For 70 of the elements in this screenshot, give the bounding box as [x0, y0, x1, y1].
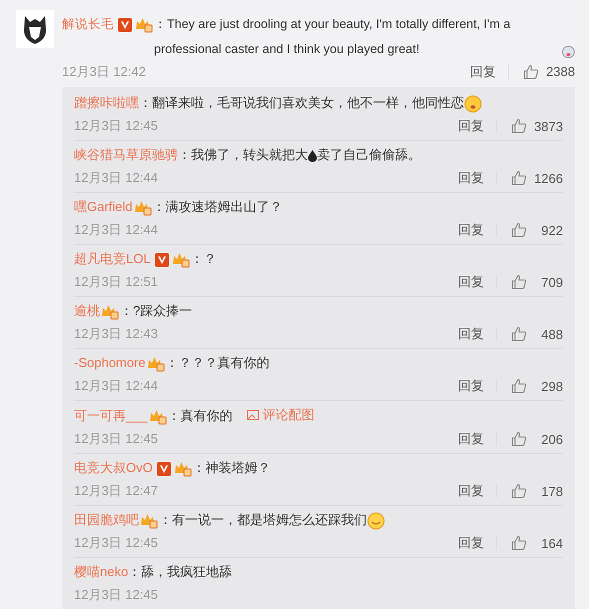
thumbs-up-icon[interactable] — [511, 378, 527, 394]
timestamp: 12月3日 12:44 — [74, 169, 159, 187]
timestamp: 12月3日 12:45 — [74, 534, 159, 552]
comment-text: ：？ — [190, 251, 217, 266]
username[interactable]: 樱喵neko — [74, 564, 128, 579]
image-icon — [246, 410, 259, 420]
reply-link[interactable]: 回复 — [470, 64, 509, 78]
comment-text: ：？？？真有你的 — [166, 355, 270, 370]
like-count: 709 — [540, 274, 563, 290]
comment-text: ：They are just drooling at your beauty, I'm totally different, I'm a professional caster and I think you played great! — [154, 16, 512, 58]
username[interactable]: 蹭擦咔啦嘿 — [74, 95, 139, 110]
like-count: 488 — [540, 326, 563, 342]
comment-text: ：神装塔姆？ — [192, 460, 271, 475]
like-count: 178 — [540, 484, 563, 498]
username[interactable]: 解说长毛 — [62, 12, 114, 37]
username[interactable]: 电竞大叔OvO — [74, 460, 153, 475]
reply-link[interactable]: 回复 — [458, 484, 497, 498]
username[interactable]: 超凡电竞LOL — [74, 251, 151, 266]
reply-link[interactable]: 回复 — [458, 223, 497, 237]
reply-link[interactable]: 回复 — [458, 171, 497, 185]
username[interactable]: -Sophomore — [74, 355, 146, 370]
username[interactable]: 逾桃 — [74, 303, 100, 318]
thumbs-up-icon[interactable] — [511, 535, 527, 551]
username[interactable]: 嘿Garfield — [74, 199, 133, 214]
timestamp: 12月3日 12:51 — [74, 273, 159, 291]
thumbs-up-icon[interactable] — [511, 483, 527, 499]
reply-link[interactable]: 回复 — [458, 432, 497, 446]
comment-text: 卖了自己偷偷舔。 — [317, 147, 421, 162]
like-count: 1266 — [533, 170, 563, 186]
thumbs-up-icon[interactable] — [511, 118, 527, 134]
image-link[interactable]: 评论配图 — [246, 404, 315, 426]
comment-text: ：真有你的 — [168, 408, 233, 423]
like-count: 2388 — [545, 64, 575, 79]
timestamp: 12月3日 12:44 — [74, 377, 159, 395]
reply-link[interactable]: 回复 — [458, 119, 497, 133]
like-count: 298 — [540, 378, 563, 394]
timestamp: 12月3日 12:43 — [74, 325, 159, 343]
timestamp: 12月3日 12:42 — [62, 62, 147, 80]
drop-icon — [308, 150, 317, 162]
thumbs-up-icon[interactable] — [523, 64, 539, 80]
username[interactable]: 峡谷猎马草原驰骋 — [74, 147, 178, 162]
comment-text: ：翻译来啦，毛哥说我们喜欢美女，他不一样，他同性恋 — [139, 95, 464, 110]
timestamp: 12月3日 12:44 — [74, 221, 159, 239]
like-count: 3873 — [533, 118, 563, 134]
comment-text: ：有一说一，都是塔姆怎么还踩我们 — [159, 512, 367, 527]
username[interactable]: 可一可再___ — [74, 408, 148, 423]
timestamp: 12月3日 12:45 — [74, 117, 159, 135]
username[interactable]: 田园脆鸡吧 — [74, 512, 139, 527]
timestamp: 12月3日 12:45 — [74, 586, 159, 604]
thumbs-up-icon[interactable] — [511, 170, 527, 186]
emoji-icon — [464, 94, 482, 113]
timestamp: 12月3日 12:47 — [74, 482, 159, 500]
like-count: 206 — [540, 432, 563, 446]
comment-text: ：舔，我疯狂地舔 — [128, 564, 232, 579]
reply-link[interactable]: 回复 — [458, 379, 497, 393]
reply-link[interactable]: 回复 — [458, 536, 497, 550]
avatar — [16, 10, 54, 48]
comment-text: ：满攻速塔姆出山了？ — [152, 199, 283, 214]
thumbs-up-icon[interactable] — [511, 431, 527, 447]
reply-link[interactable]: 回复 — [458, 275, 497, 289]
like-count: 164 — [540, 536, 563, 550]
reply-link[interactable]: 回复 — [458, 327, 497, 341]
thumbs-up-icon[interactable] — [511, 274, 527, 290]
timestamp: 12月3日 12:45 — [74, 430, 159, 448]
emoji-icon — [367, 512, 385, 530]
comment-text: ：我佛了，转头就把大 — [178, 147, 308, 162]
comment-text: ：?踩众捧一 — [120, 303, 192, 318]
thumbs-up-icon[interactable] — [511, 222, 527, 238]
like-count: 922 — [540, 222, 563, 238]
thumbs-up-icon[interactable] — [511, 326, 527, 342]
